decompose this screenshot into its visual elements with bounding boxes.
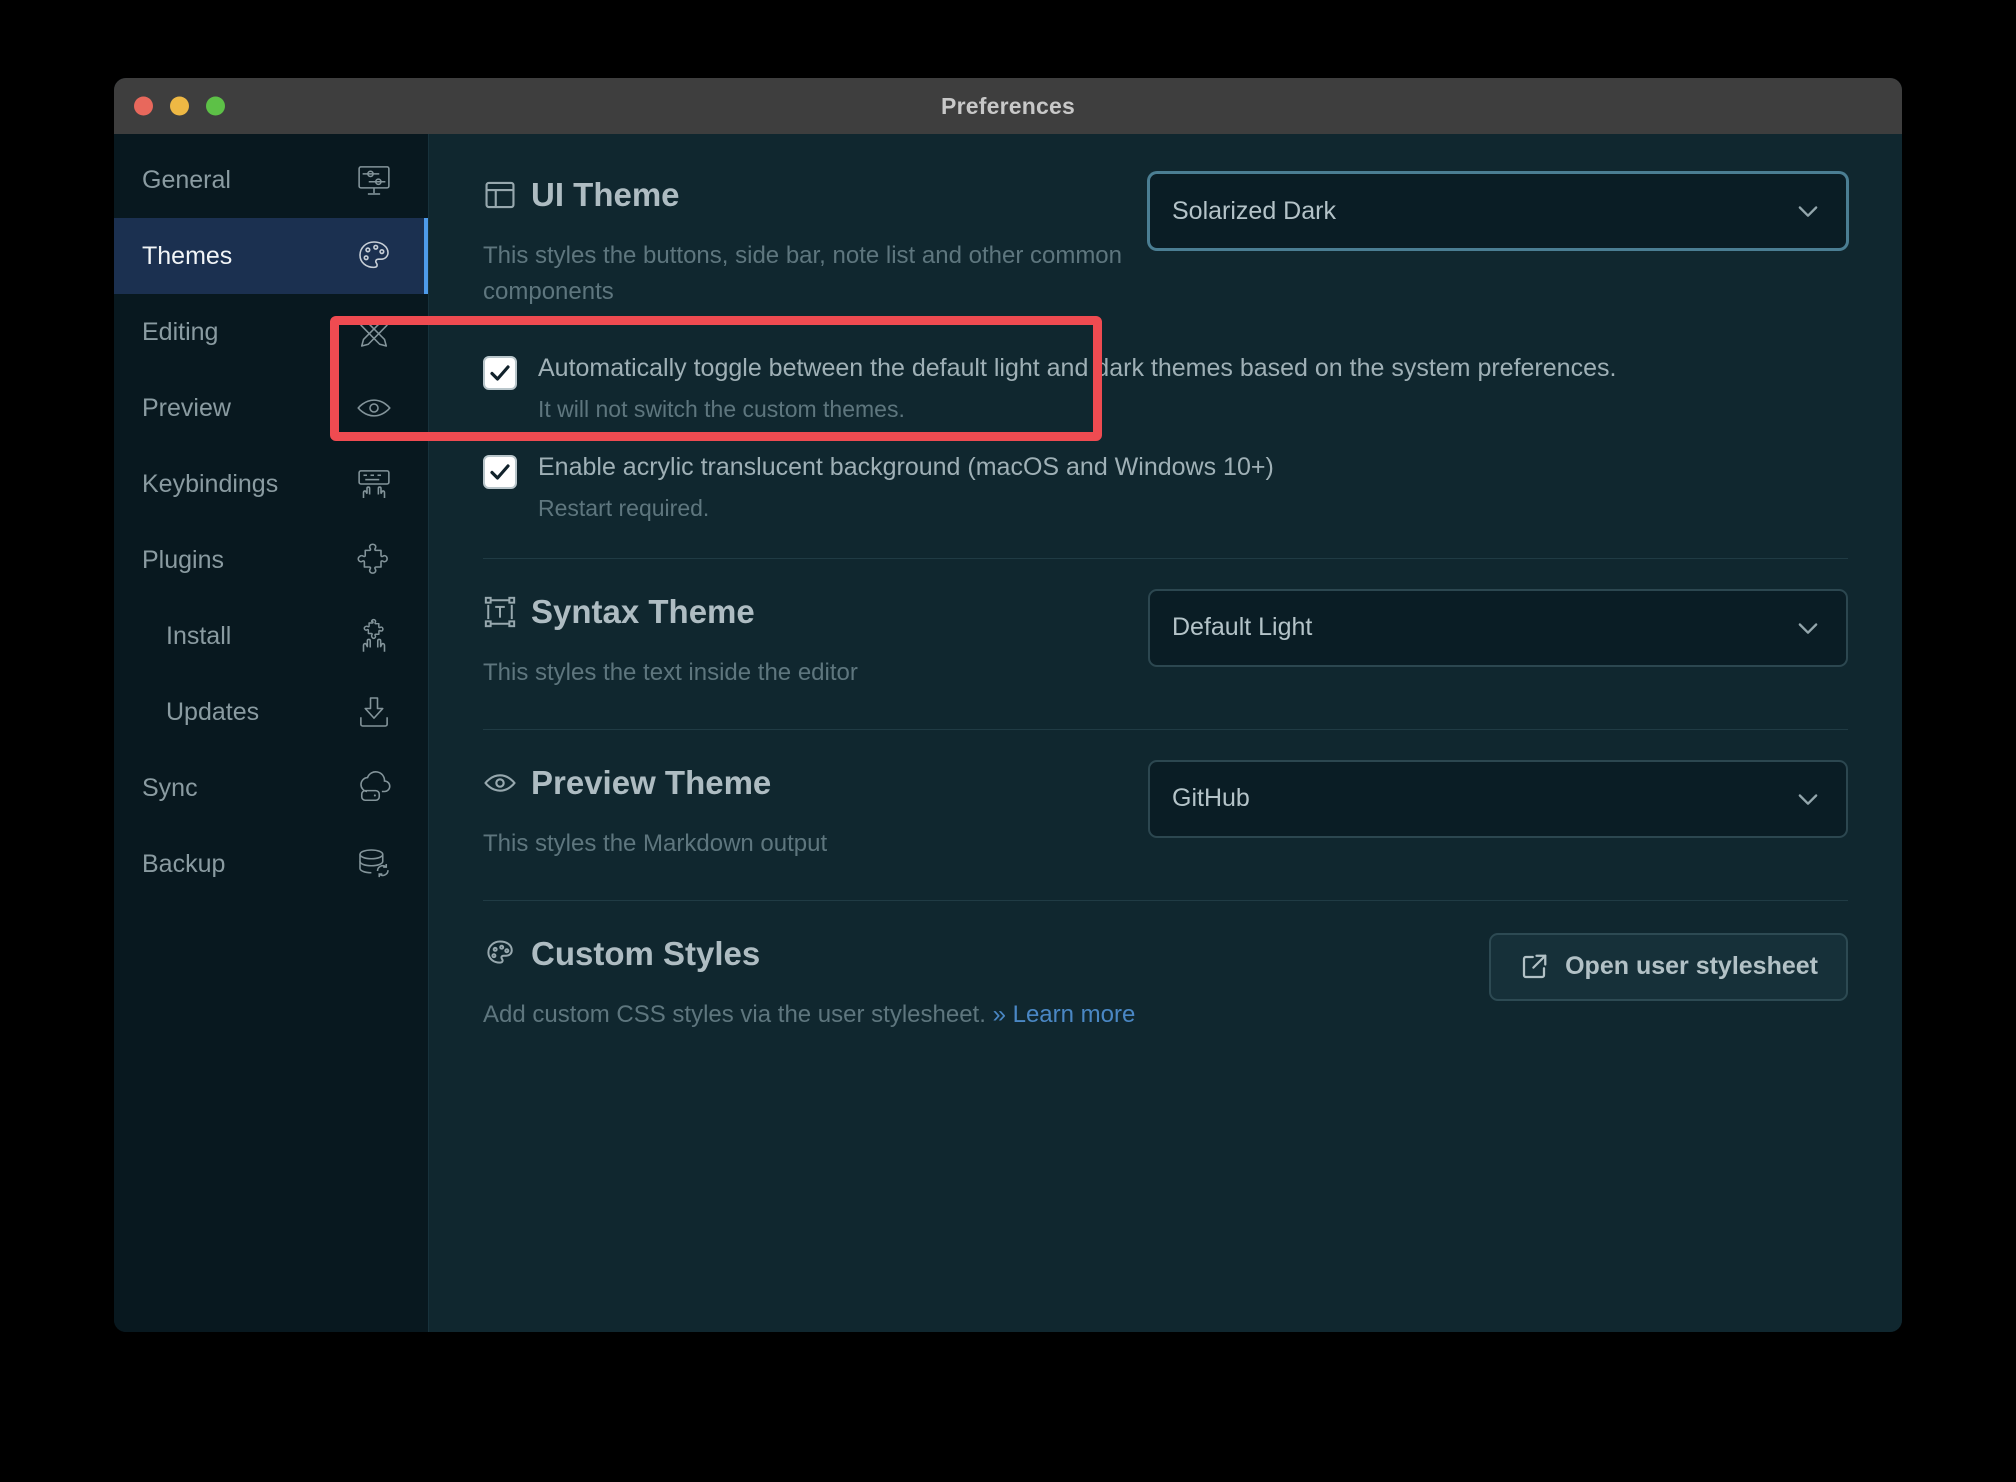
- section-description: This styles the text inside the editor: [483, 658, 858, 686]
- acrylic-background-sublabel: Restart required.: [538, 494, 710, 521]
- chevron-down-icon: [1794, 197, 1822, 225]
- sidebar-item-install[interactable]: Install: [114, 598, 428, 674]
- sidebar-item-general[interactable]: General: [114, 142, 428, 218]
- window-title: Preferences: [941, 92, 1075, 119]
- ui-theme-select-value: Solarized Dark: [1172, 196, 1336, 225]
- section-title: Preview Theme: [531, 763, 772, 801]
- preview-theme-select[interactable]: GitHub: [1148, 759, 1848, 838]
- acrylic-background-label: Enable acrylic translucent background (m…: [538, 452, 1274, 481]
- palette-icon: [353, 235, 395, 277]
- puzzle-piece-icon: [353, 539, 395, 581]
- section-title: Syntax Theme: [531, 592, 755, 630]
- acrylic-background-row[interactable]: Enable acrylic translucent background (m…: [483, 451, 1848, 522]
- sidebar-item-themes[interactable]: Themes: [114, 218, 428, 294]
- sidebar-item-label: Editing: [142, 317, 219, 346]
- sidebar-item-label: Themes: [142, 241, 233, 270]
- sidebar-item-updates[interactable]: Updates: [114, 674, 428, 750]
- auto-toggle-theme-row[interactable]: Automatically toggle between the default…: [483, 352, 1848, 423]
- preferences-sidebar: General Themes Editing Preview Keybindin…: [114, 134, 429, 1332]
- section-divider: [483, 728, 1848, 730]
- custom-styles-description-text: Add custom CSS styles via the user style…: [483, 1000, 986, 1028]
- sidebar-item-label: Sync: [142, 773, 198, 802]
- sidebar-item-label: Keybindings: [142, 469, 279, 498]
- chevron-down-icon: [1794, 785, 1822, 813]
- section-title: Custom Styles: [531, 934, 761, 972]
- sidebar-item-label: Preview: [142, 393, 231, 422]
- sidebar-item-preview[interactable]: Preview: [114, 370, 428, 446]
- section-ui-theme: UI Theme This styles the buttons, side b…: [483, 168, 1848, 559]
- section-preview-theme: Preview Theme This styles the Markdown o…: [483, 756, 1848, 901]
- section-divider: [483, 557, 1848, 559]
- window-titlebar: Preferences: [114, 78, 1902, 134]
- auto-toggle-theme-sublabel: It will not switch the custom themes.: [538, 395, 905, 422]
- open-user-stylesheet-label: Open user stylesheet: [1565, 952, 1818, 980]
- syntax-theme-select-value: Default Light: [1172, 613, 1313, 641]
- monitor-sliders-icon: [353, 159, 395, 201]
- preferences-window: Preferences General Themes Editing Previ…: [114, 78, 1902, 1332]
- section-description: This styles the Markdown output: [483, 829, 828, 857]
- external-link-icon: [1519, 952, 1549, 982]
- acrylic-background-checkbox[interactable]: [483, 454, 517, 489]
- eye-icon: [483, 766, 517, 800]
- chevron-down-icon: [1794, 614, 1822, 642]
- sidebar-item-editing[interactable]: Editing: [114, 294, 428, 370]
- crossed-pens-icon: [353, 311, 395, 353]
- auto-toggle-theme-label: Automatically toggle between the default…: [538, 354, 1617, 382]
- puzzle-in-hands-icon: [353, 615, 395, 657]
- layout-panel-icon: [483, 178, 517, 212]
- download-arrow-icon: [353, 691, 395, 733]
- sidebar-item-sync[interactable]: Sync: [114, 750, 428, 826]
- open-user-stylesheet-button[interactable]: Open user stylesheet: [1489, 932, 1848, 1001]
- sidebar-item-label: Install: [166, 621, 232, 650]
- syntax-theme-select[interactable]: Default Light: [1148, 588, 1848, 667]
- section-description: Add custom CSS styles via the user style…: [483, 997, 1148, 1033]
- sidebar-item-label: Plugins: [142, 545, 224, 574]
- text-frame-icon: [483, 595, 517, 629]
- section-custom-styles: Custom Styles Add custom CSS styles via …: [483, 927, 1848, 1033]
- section-description: This styles the buttons, side bar, note …: [483, 242, 1122, 305]
- sidebar-item-label: Updates: [166, 697, 260, 726]
- palette-icon: [483, 937, 517, 971]
- sidebar-item-label: Backup: [142, 849, 226, 878]
- preview-theme-select-value: GitHub: [1172, 784, 1250, 812]
- auto-toggle-theme-checkbox[interactable]: [483, 356, 517, 390]
- section-syntax-theme: Syntax Theme This styles the text inside…: [483, 585, 1848, 730]
- window-body: General Themes Editing Preview Keybindin…: [114, 134, 1902, 1332]
- cloud-server-icon: [353, 767, 395, 809]
- learn-more-link[interactable]: Learn more: [1013, 1001, 1136, 1028]
- sidebar-item-plugins[interactable]: Plugins: [114, 522, 428, 598]
- sidebar-item-backup[interactable]: Backup: [114, 826, 428, 902]
- sidebar-item-label: General: [142, 165, 231, 194]
- ui-theme-select[interactable]: Solarized Dark: [1148, 172, 1848, 250]
- link-chevron-icon: »: [992, 1000, 1006, 1028]
- section-divider: [483, 899, 1848, 901]
- keyboard-hands-icon: [353, 463, 395, 505]
- maximize-window-icon[interactable]: [206, 96, 225, 116]
- preferences-content: UI Theme This styles the buttons, side b…: [429, 134, 1902, 1332]
- section-title: UI Theme: [531, 176, 680, 213]
- close-window-icon[interactable]: [134, 96, 153, 116]
- database-refresh-icon: [353, 843, 395, 885]
- minimize-window-icon[interactable]: [170, 96, 189, 116]
- traffic-light-buttons: [134, 96, 225, 116]
- eye-icon: [353, 387, 395, 429]
- sidebar-item-keybindings[interactable]: Keybindings: [114, 446, 428, 522]
